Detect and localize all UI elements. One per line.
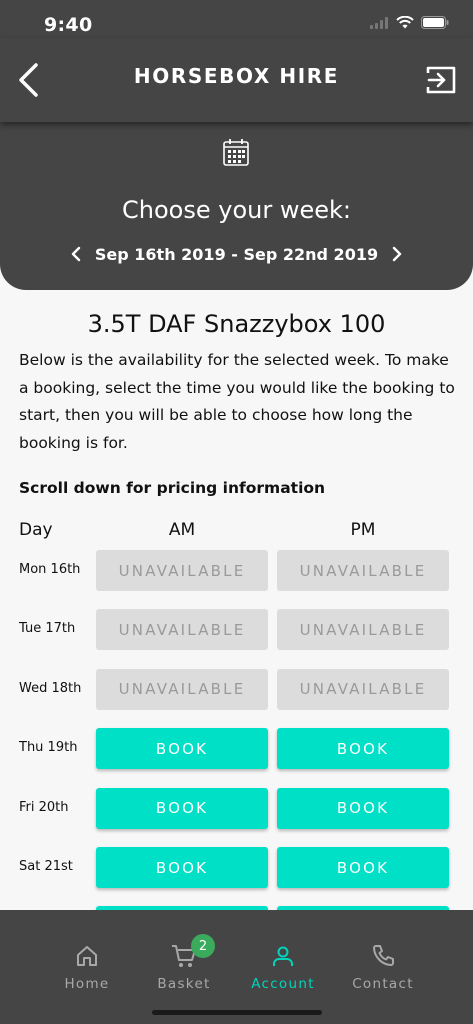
tab-home-label: Home <box>64 976 110 992</box>
pm-slot-unavailable: UNAVAILABLE <box>277 609 449 651</box>
pm-slot-book-button[interactable]: BOOK <box>277 728 449 770</box>
phone-icon <box>373 945 394 966</box>
user-icon <box>273 946 293 966</box>
tab-home[interactable]: Home <box>42 942 132 992</box>
tab-contact[interactable]: Contact <box>338 942 428 992</box>
am-slot-unavailable: UNAVAILABLE <box>96 550 268 591</box>
am-slot-unavailable: UNAVAILABLE <box>96 668 268 710</box>
home-icon <box>77 946 97 966</box>
pm-column-header: PM <box>350 520 376 540</box>
basket-count-badge: 2 <box>191 934 215 958</box>
tab-basket-label: Basket <box>157 976 211 992</box>
am-column-header: AM <box>168 520 196 540</box>
availability-description: Below is the availability for the select… <box>19 351 455 452</box>
am-slot-book-button[interactable]: BOOK <box>96 728 268 770</box>
chevron-right-icon <box>392 246 402 262</box>
wifi-icon <box>396 16 414 29</box>
product-title: 3.5T DAF Snazzybox 100 <box>87 310 386 338</box>
day-label: Fri 20th <box>19 799 69 815</box>
tab-account-label: Account <box>251 976 315 992</box>
tab-contact-label: Contact <box>352 976 414 992</box>
signal-icon <box>370 16 388 29</box>
calendar-icon <box>223 139 249 166</box>
pm-slot-unavailable: UNAVAILABLE <box>277 668 449 710</box>
am-slot-book-button[interactable]: BOOK <box>96 787 268 829</box>
week-range: Sep 16th 2019 - Sep 22nd 2019 <box>94 244 379 264</box>
day-label: Thu 19th <box>19 740 78 756</box>
page-title: HORSEBOX HIRE <box>133 64 340 88</box>
pm-slot-book-button[interactable]: BOOK <box>277 787 449 829</box>
pm-slot-book-button[interactable]: BOOK <box>277 847 449 888</box>
app-bar: HORSEBOX HIRE <box>0 38 473 122</box>
main-content[interactable]: 3.5T DAF Snazzybox 100 Below is the avai… <box>0 290 473 910</box>
pricing-note: Scroll down for pricing information <box>19 479 326 497</box>
pm-slot-unavailable: UNAVAILABLE <box>277 550 449 591</box>
logout-icon <box>426 66 456 94</box>
day-label: Sat 21st <box>19 859 73 874</box>
status-icons <box>370 16 449 29</box>
home-indicator <box>152 1010 322 1015</box>
tab-basket[interactable]: 2 Basket <box>139 934 229 992</box>
day-label: Mon 16th <box>19 562 81 577</box>
day-label: Tue 17th <box>19 621 76 637</box>
status-time: 9:40 <box>44 14 93 36</box>
logout-button[interactable] <box>421 60 461 100</box>
day-label: Wed 18th <box>19 680 82 696</box>
day-column-header: Day <box>19 520 53 540</box>
week-selector: Sep 16th 2019 - Sep 22nd 2019 <box>0 242 473 266</box>
am-slot-unavailable: UNAVAILABLE <box>96 609 268 651</box>
chevron-left-icon <box>71 246 81 262</box>
choose-week-label: Choose your week: <box>122 196 351 224</box>
header-panel: 9:40 HORSEBOX HIRE Choose your week: Sep… <box>0 0 473 290</box>
bottom-tab-bar: Home 2 Basket Account Contact <box>0 910 473 1024</box>
am-slot-book-button[interactable]: BOOK <box>96 847 268 888</box>
prev-week-button[interactable] <box>69 245 83 263</box>
next-week-button[interactable] <box>390 245 404 263</box>
tab-account[interactable]: Account <box>238 942 328 992</box>
battery-icon <box>421 16 449 29</box>
